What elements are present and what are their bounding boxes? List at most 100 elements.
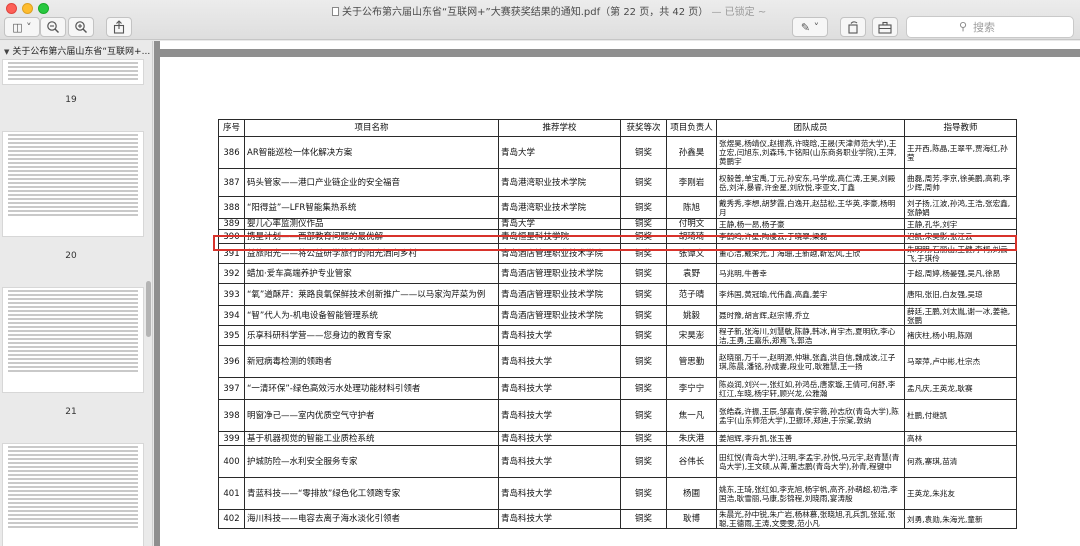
search-icon: ⚲: [959, 20, 968, 33]
cell-project: 护城防险—水利安全服务专家: [244, 445, 499, 478]
cell-mentor: 王开西,陈晶,王翠平,贾海红,孙莹: [904, 136, 1017, 169]
cell-team: 马兆明,牛善幸: [716, 263, 905, 284]
cell-index: 394: [218, 305, 245, 326]
cell-project: 益旅阳光——将公益研学旅行的阳光洒向乡村: [244, 243, 499, 264]
locked-indicator[interactable]: — 已锁定 ~: [712, 7, 767, 18]
pdf-page-22: 序号 项目名称 推荐学校 获奖等次 项目负责人 团队成员 指导教师 386 AR智…: [160, 57, 1080, 546]
cell-mentor: 刘勇,袁勋,朱海光,童新: [904, 509, 1017, 529]
share-button[interactable]: [106, 17, 132, 37]
cell-award: 铜奖: [620, 218, 667, 230]
cell-project: 海川科技——电容去离子海水淡化引领者: [244, 509, 499, 529]
cell-award: 铜奖: [620, 345, 667, 378]
disclosure-triangle-icon[interactable]: ▼: [4, 48, 9, 56]
cell-index: 390: [218, 229, 245, 244]
cell-team: 李炜国,黄冠瑜,代伟鑫,高鑫,姜宇: [716, 283, 905, 306]
cell-project: “氧”道酥芹：莱路良氧保鲜技术创新推广——以马家沟芹菜为例: [244, 283, 499, 306]
cell-mentor: 唐阳,张旧,白友强,吴琼: [904, 283, 1017, 306]
cell-project: “阳得益”—LFR智能集热系统: [244, 196, 499, 219]
table-row: 391 益旅阳光——将公益研学旅行的阳光洒向乡村 青岛酒店管理职业技术学院 铜奖 张谭文…: [218, 243, 1017, 264]
cell-project: 婴儿心率监测仪作品: [244, 218, 499, 230]
cell-project: 码头管家——港口产业链企业的安全福音: [244, 168, 499, 197]
sidebar-scrollbar[interactable]: [146, 281, 151, 337]
cell-index: 392: [218, 263, 245, 284]
header-project: 项目名称: [244, 119, 499, 137]
cell-mentor: 高林: [904, 431, 1017, 446]
cell-index: 398: [218, 399, 245, 432]
cell-school: 青岛科技大学: [498, 477, 621, 510]
cell-mentor: 于超,周婷,杨晏强,吴凡,徐昂: [904, 263, 1017, 284]
cell-project: 明窗净己——室内优质空气守护者: [244, 399, 499, 432]
cell-leader: 姚毅: [666, 305, 717, 326]
cell-team: 田红悦(青岛大学),汪明,李孟宇,孙悦,马元宇,赵青慧(青岛大学),王文硕,从菁…: [716, 445, 905, 478]
table-row: 401 青蓝科技——“零排放”绿色化工领跑专家 青岛科技大学 铜奖 杨圃 姚东,王琦,张红…: [218, 477, 1017, 510]
cell-award: 铜奖: [620, 136, 667, 169]
cell-team: 董心洁,戴荣光,丁海珊,王新越,靳宏风,王欣: [716, 243, 905, 264]
cell-index: 395: [218, 325, 245, 346]
table-row: 400 护城防险—水利安全服务专家 青岛科技大学 铜奖 谷伟长 田红悦(青岛大学),汪明,…: [218, 445, 1017, 478]
cell-team: 张煜昊,杨靖仪,赵振燕,许晓晗,王晟(天津师范大学),王立宏,闫旭东,刘森玮,卞…: [716, 136, 905, 169]
cell-school: 青岛科技大学: [498, 377, 621, 400]
cell-index: 387: [218, 168, 245, 197]
table-row: 393 “氧”道酥芹：莱路良氧保鲜技术创新推广——以马家沟芹菜为例 青岛酒店管理职业…: [218, 283, 1017, 306]
zoom-window-button[interactable]: [38, 3, 49, 14]
document-view[interactable]: 序号 项目名称 推荐学校 获奖等次 项目负责人 团队成员 指导教师 386 AR智…: [154, 41, 1080, 546]
cell-team: 聂时豫,胡言辉,赵宗博,乔立: [716, 305, 905, 326]
cell-team: 陈焱润,刘兴一,张红如,孙鸿岳,唐家璇,王倩可,何舒,李红江,车晓,杨宇轩,顾兴…: [716, 377, 905, 400]
cell-mentor: 何燕,寨琪,苗清: [904, 445, 1017, 478]
cell-school: 青岛大学: [498, 136, 621, 169]
search-placeholder: 搜索: [973, 21, 995, 34]
header-mentor: 指导教师: [904, 119, 1017, 137]
cell-award: 铜奖: [620, 263, 667, 284]
cell-project: 青蓝科技——“零排放”绿色化工领跑专家: [244, 477, 499, 510]
cell-school: 青岛港湾职业技术学院: [498, 196, 621, 219]
zoom-out-icon: [47, 21, 59, 33]
cell-index: 396: [218, 345, 245, 378]
minimize-window-button[interactable]: [22, 3, 33, 14]
page-number-20: 20: [65, 251, 77, 261]
header-leader: 项目负责人: [666, 119, 717, 137]
cell-school: 青岛科技大学: [498, 431, 621, 446]
toolbox-button[interactable]: [872, 17, 898, 37]
table-row: 394 “智”代人为-机电设备智能管理系统 青岛酒店管理职业技术学院 铜奖 姚毅 聂时豫,…: [218, 305, 1017, 326]
cell-award: 铜奖: [620, 431, 667, 446]
page-thumbnail-21[interactable]: [2, 287, 144, 393]
cell-award: 铜奖: [620, 377, 667, 400]
cell-school: 青岛酒店管理职业技术学院: [498, 243, 621, 264]
markup-pen-icon: ✎ ˅: [800, 20, 820, 34]
cell-leader: 焦一凡: [666, 399, 717, 432]
table-row: 388 “阳得益”—LFR智能集热系统 青岛港湾职业技术学院 铜奖 陈旭 戴秀秀,李想,胡…: [218, 196, 1017, 219]
cell-school: 青岛科技大学: [498, 399, 621, 432]
sidebar-document-header[interactable]: ▼ 关于公布第六届山东省“互联网+...: [0, 41, 152, 59]
share-icon: [113, 20, 125, 34]
window-title-text: 关于公布第六届山东省“互联网+”大赛获奖结果的通知.pdf（第 22 页，共 4…: [342, 7, 709, 18]
toolbar: 关于公布第六届山东省“互联网+”大赛获奖结果的通知.pdf（第 22 页，共 4…: [0, 0, 1080, 40]
cell-school: 青岛酒店管理职业技术学院: [498, 283, 621, 306]
table-row: 390 携星计划——西部教育问题的最优解 青岛恒星科技学院 铜奖 胡琦琦 李鹤鸣,许星,陶…: [218, 229, 1017, 244]
search-input[interactable]: ⚲ 搜索: [906, 16, 1074, 38]
cell-project: “一清环保”-绿色高效污水处理功能材料引领者: [244, 377, 499, 400]
cell-award: 铜奖: [620, 477, 667, 510]
toolbox-icon: [878, 21, 892, 34]
cell-award: 铜奖: [620, 445, 667, 478]
table-row: 386 AR智能巡检一体化解决方案 青岛大学 铜奖 孙鑫昊 张煜昊,杨靖仪,赵振燕,许晓晗…: [218, 136, 1017, 169]
thumbnail-sidebar: ▼ 关于公布第六届山东省“互联网+... 19 20 21: [0, 41, 153, 546]
page-thumbnail-22[interactable]: [2, 443, 144, 546]
page-thumbnail-19[interactable]: [2, 59, 144, 85]
zoom-in-button[interactable]: [68, 17, 94, 37]
cell-leader: 朱庆港: [666, 431, 717, 446]
rotate-button[interactable]: [840, 17, 866, 37]
cell-mentor: 朱明明,石丽山,王健,李柯,刘云飞,于琪伶: [904, 243, 1017, 264]
cell-index: 389: [218, 218, 245, 230]
page-thumbnail-20[interactable]: [2, 131, 144, 237]
header-school: 推荐学校: [498, 119, 621, 137]
zoom-out-button[interactable]: [40, 17, 66, 37]
cell-award: 铜奖: [620, 196, 667, 219]
sidebar-toggle-button[interactable]: ◫ ˅: [4, 17, 40, 37]
table-row: 399 基于机器视觉的智能工业质检系统 青岛科技大学 铜奖 朱庆港 姜旭辉,李升凯,张玉善…: [218, 431, 1017, 446]
awards-table: 序号 项目名称 推荐学校 获奖等次 项目负责人 团队成员 指导教师 386 AR智…: [218, 119, 1017, 529]
cell-leader: 范子晴: [666, 283, 717, 306]
cell-school: 青岛恒星科技学院: [498, 229, 621, 244]
cell-index: 399: [218, 431, 245, 446]
markup-button[interactable]: ✎ ˅: [792, 17, 828, 37]
close-window-button[interactable]: [6, 3, 17, 14]
